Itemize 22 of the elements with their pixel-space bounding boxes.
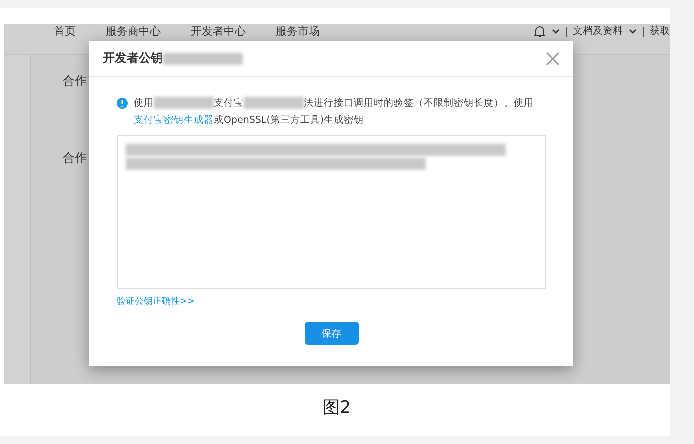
bell-icon[interactable]	[534, 25, 546, 38]
info-text: 法进行接口调用时的验签（不限制密钥长度）。使用	[304, 98, 534, 109]
nav-item[interactable]: 服务商中心	[106, 25, 161, 38]
info-text: 或OpenSSL(第三方工具)生成密钥	[214, 115, 364, 126]
info-icon	[117, 98, 128, 109]
public-key-field[interactable]	[117, 135, 546, 289]
close-button[interactable]	[545, 50, 561, 66]
figure-caption: 图2	[322, 397, 352, 419]
chevron-icon[interactable]	[552, 28, 560, 34]
nav-link[interactable]: 文档及资料	[573, 25, 623, 38]
redacted-block	[154, 97, 214, 110]
nav-item[interactable]: 首页	[54, 25, 76, 38]
chevron-icon[interactable]	[629, 28, 637, 34]
section-heading: 合作	[63, 73, 87, 90]
info-text: 支付宝	[214, 98, 244, 109]
info-text: 使用	[134, 98, 154, 109]
section-heading: 合作	[63, 150, 87, 167]
nav-item[interactable]: 服务市场	[276, 25, 320, 38]
nav-item[interactable]: 开发者中心	[191, 25, 246, 38]
dialog-title: 开发者公钥	[103, 50, 163, 67]
redacted-block	[244, 97, 304, 110]
nav-link[interactable]: 获取	[650, 25, 670, 38]
